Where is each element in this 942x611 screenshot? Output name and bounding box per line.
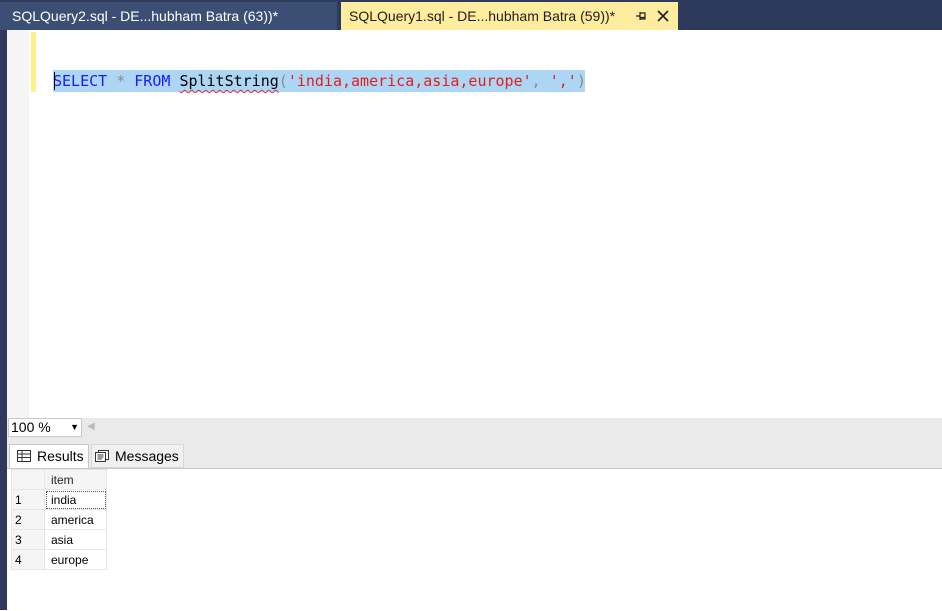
tab-messages[interactable]: Messages — [91, 444, 184, 468]
operator-star: * — [107, 72, 135, 90]
table-row: 1 india — [11, 489, 107, 510]
close-paren: ) — [576, 72, 586, 90]
keyword-select: SELECT — [53, 72, 108, 90]
tab-label: SQLQuery1.sql - DE...hubham Batra (59))* — [349, 8, 616, 24]
column-header-item[interactable]: item — [44, 469, 107, 490]
grid-cell[interactable]: asia — [44, 529, 107, 550]
scroll-left-icon[interactable]: ◀ — [87, 421, 95, 432]
zoom-dropdown[interactable]: 100 % ▼ — [8, 418, 82, 437]
results-tab-bar: Results Messages — [7, 438, 942, 468]
pin-icon[interactable] — [633, 2, 649, 30]
messages-icon — [95, 450, 109, 462]
grid-cell[interactable]: europe — [44, 549, 107, 570]
tab-sqlquery1[interactable]: SQLQuery1.sql - DE...hubham Batra (59))* — [341, 2, 678, 30]
function-name: SplitString — [179, 72, 279, 90]
tab-results[interactable]: Results — [9, 444, 89, 468]
open-paren: ( — [278, 72, 288, 90]
row-number[interactable]: 2 — [11, 509, 45, 530]
grid-icon — [17, 450, 31, 462]
row-number[interactable]: 3 — [11, 529, 45, 550]
string-argument: 'india,america,asia,europe' — [287, 72, 532, 90]
grid-header-row: item — [11, 469, 107, 490]
change-indicator — [31, 32, 36, 92]
zoom-value: 100 % — [11, 419, 51, 435]
row-number[interactable]: 4 — [11, 549, 45, 570]
editor-gutter — [7, 30, 29, 418]
table-row: 2 america — [11, 509, 107, 530]
table-row: 3 asia — [11, 529, 107, 550]
delimiter-argument: ',' — [549, 72, 577, 90]
code-line[interactable]: SELECT * FROM SplitString('india,america… — [53, 70, 586, 92]
text-caret — [54, 72, 55, 90]
table-row: 4 europe — [11, 549, 107, 570]
zoom-bar: 100 % ▼ ◀ — [7, 418, 942, 438]
query-editor[interactable]: SELECT * FROM SplitString('india,america… — [7, 30, 942, 418]
document-tab-strip: SQLQuery2.sql - DE...hubham Batra (63))*… — [0, 0, 942, 30]
close-icon[interactable] — [655, 2, 671, 30]
left-frame — [0, 30, 7, 610]
tab-messages-label: Messages — [115, 448, 179, 464]
dropdown-arrow-icon: ▼ — [70, 422, 79, 432]
results-grid-panel: item 1 india 2 america 3 asia 4 europe — [7, 468, 942, 611]
tab-sqlquery2[interactable]: SQLQuery2.sql - DE...hubham Batra (63))* — [0, 2, 337, 30]
comma: , — [531, 72, 550, 90]
grid-corner-cell[interactable] — [11, 469, 45, 490]
grid-cell[interactable]: india — [44, 489, 107, 510]
row-number[interactable]: 1 — [11, 489, 45, 510]
results-grid: item 1 india 2 america 3 asia 4 europe — [11, 469, 107, 570]
grid-cell[interactable]: america — [44, 509, 107, 530]
tab-label: SQLQuery2.sql - DE...hubham Batra (63))* — [12, 8, 279, 24]
tab-results-label: Results — [37, 448, 84, 464]
keyword-from: FROM — [134, 72, 171, 90]
